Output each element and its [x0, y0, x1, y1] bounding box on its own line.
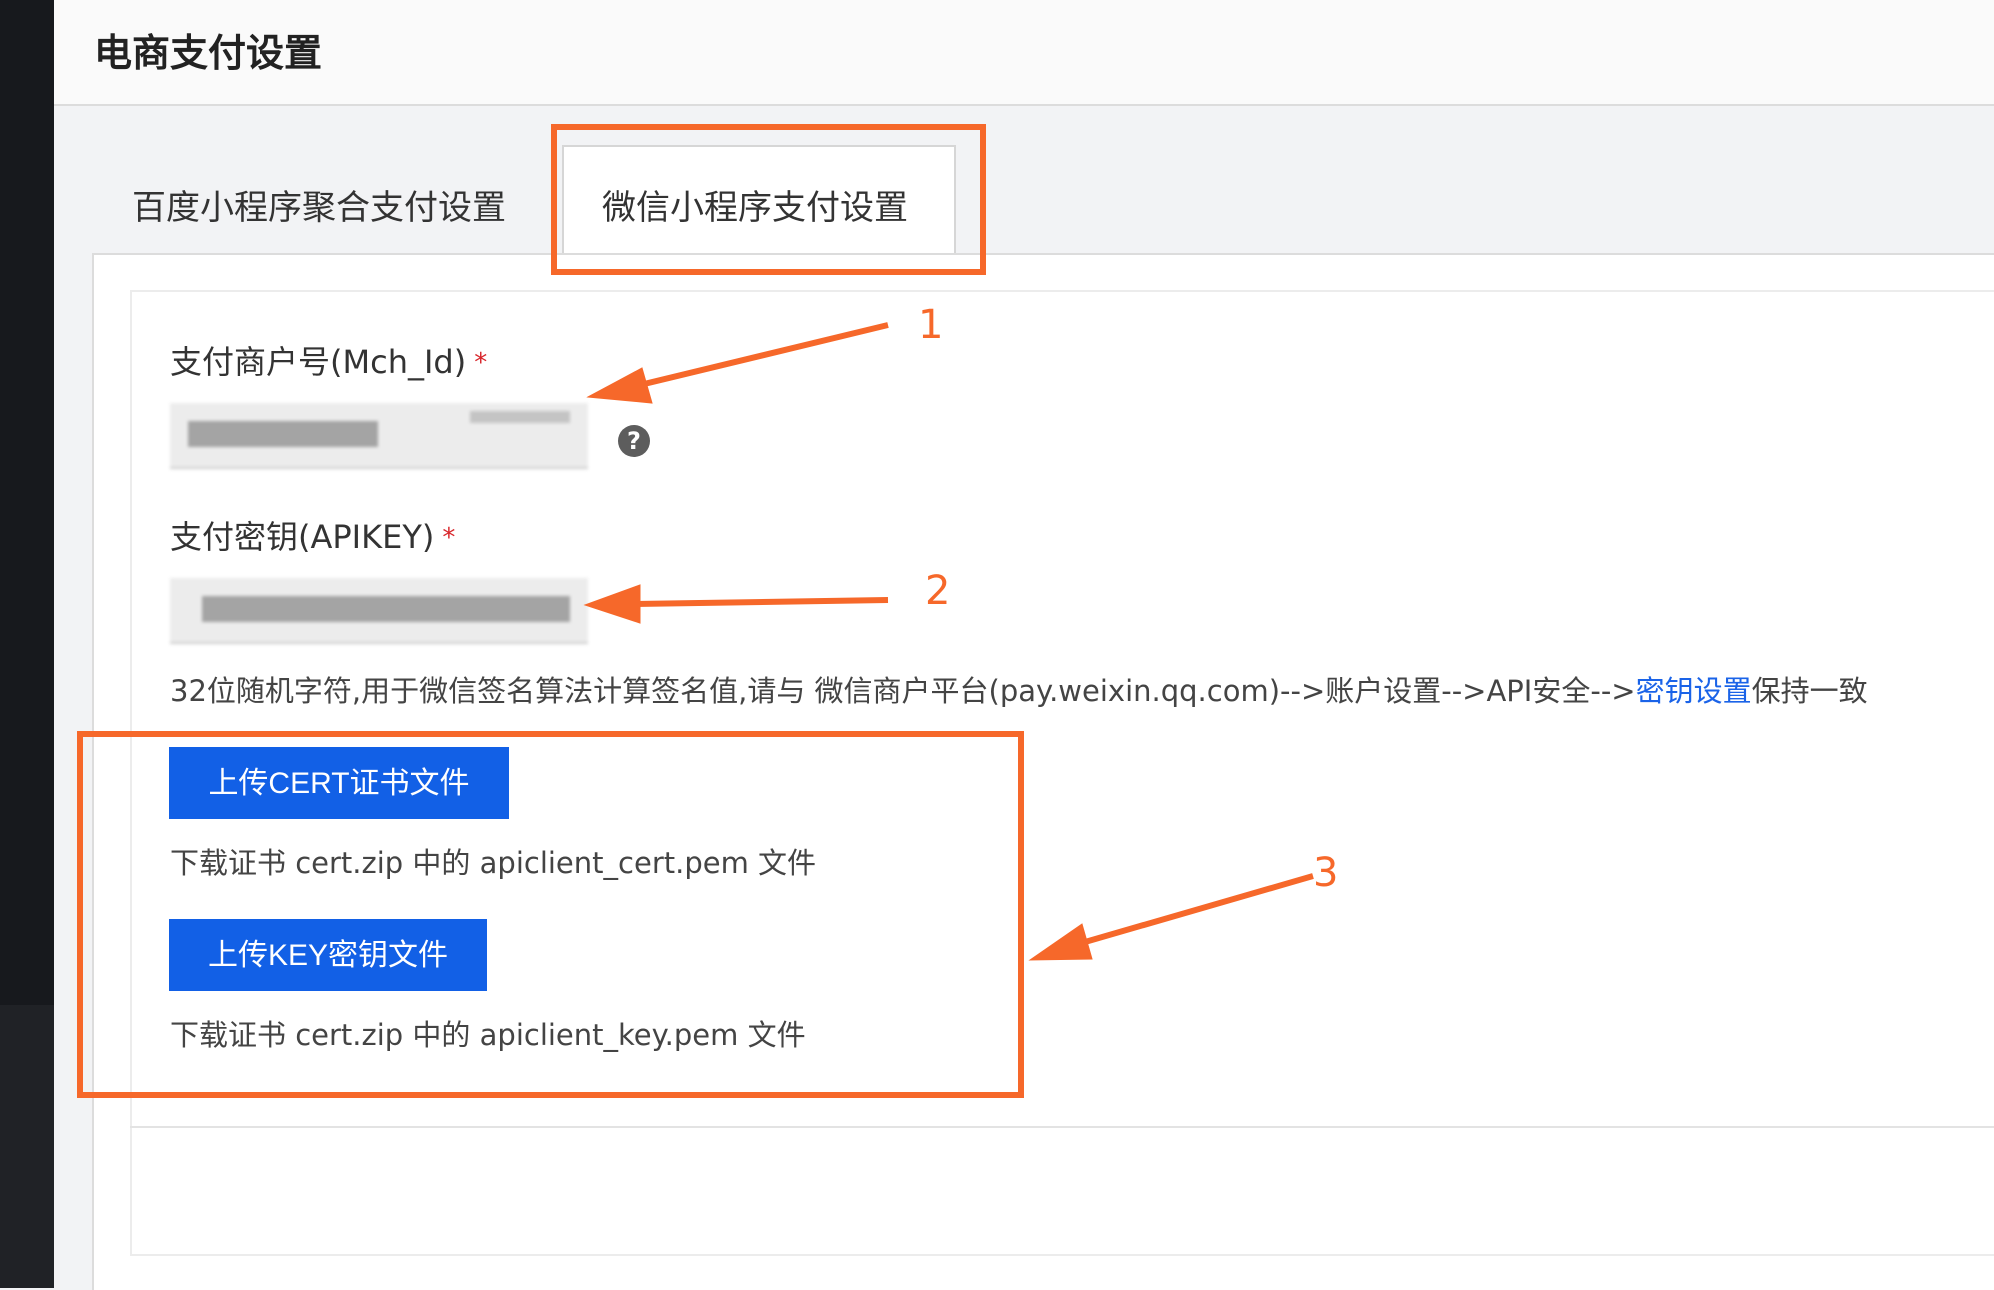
annotation-number-2: 2	[925, 568, 951, 614]
annotation-arrow-1	[639, 322, 889, 388]
annotation-number-3: 3	[1313, 850, 1339, 896]
annotation-arrowhead-3	[1028, 923, 1093, 961]
annotation-arrowhead-2	[583, 584, 641, 624]
annotation-arrowhead-1	[586, 367, 653, 404]
annotation-number-1: 1	[918, 302, 944, 348]
annotation-arrows	[583, 322, 1314, 961]
annotation-arrow-3	[1084, 873, 1314, 945]
annotation-arrow-2	[634, 597, 889, 607]
